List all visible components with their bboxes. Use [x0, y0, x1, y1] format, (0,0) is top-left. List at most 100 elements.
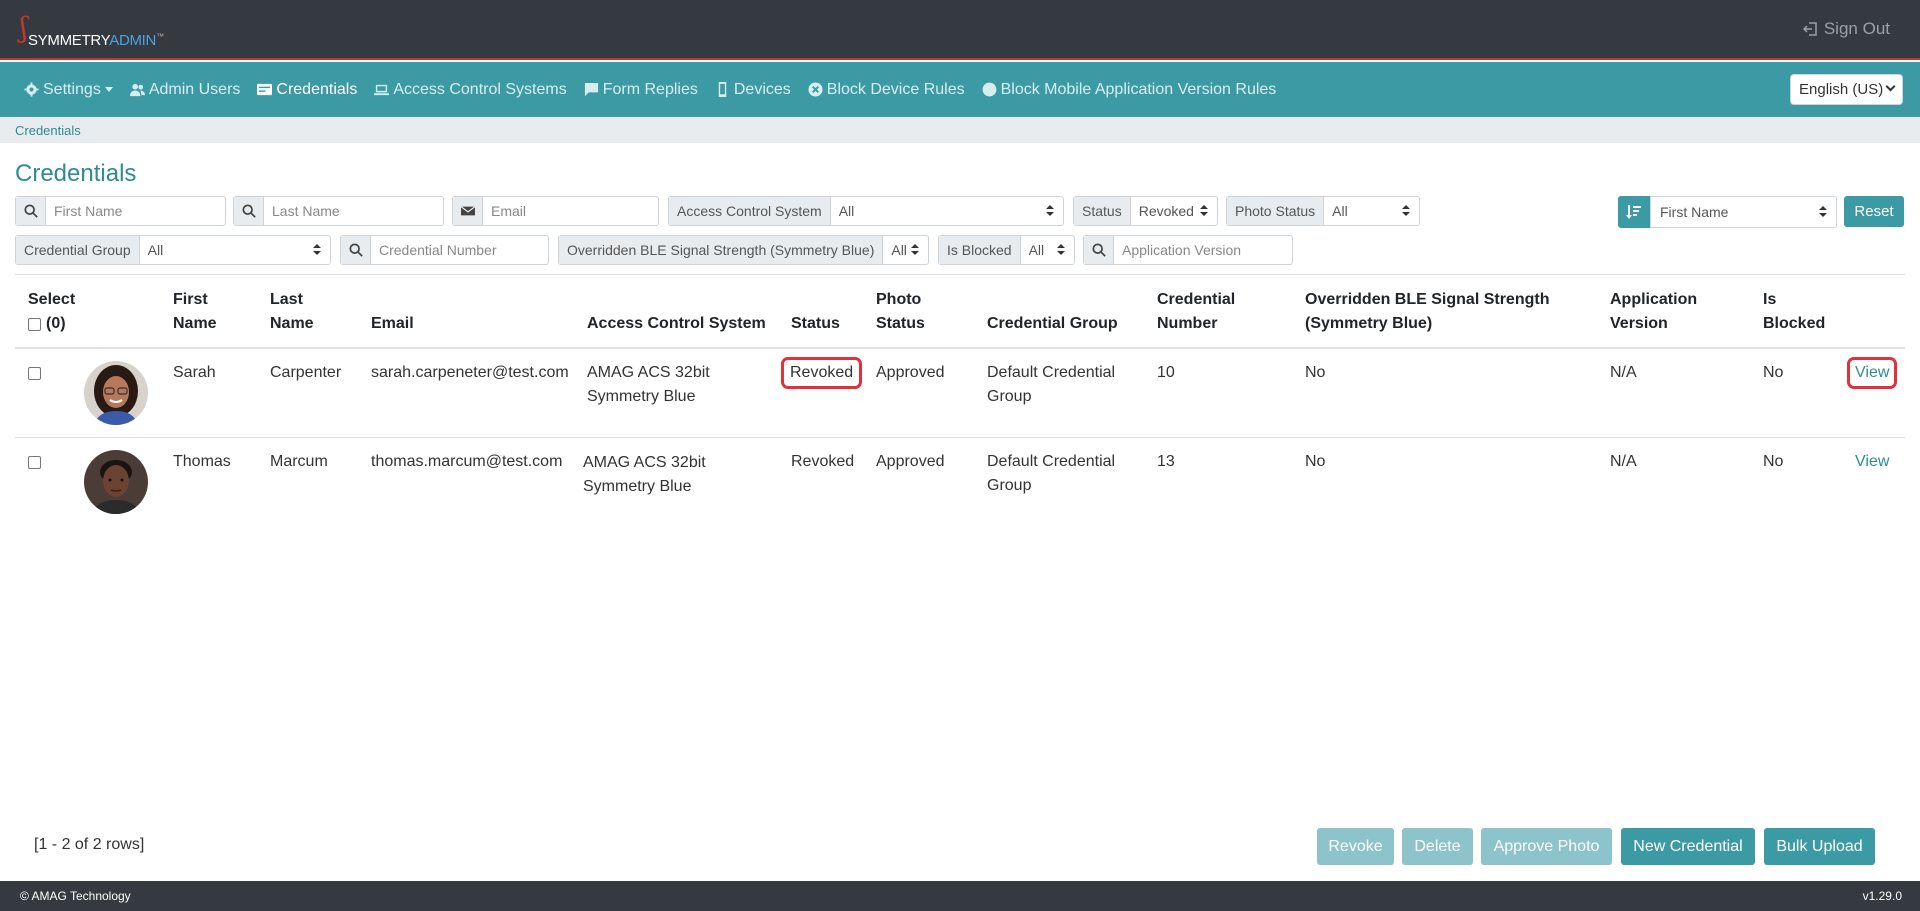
col-ble-signal[interactable]: Overridden BLE Signal Strength (Symmetry …: [1305, 288, 1549, 336]
brand-part-1: SYMMETRY: [28, 32, 110, 49]
select-arrows-icon: [1819, 206, 1827, 218]
cell-first-name: Sarah: [173, 364, 216, 381]
nav-settings[interactable]: Settings: [24, 81, 113, 99]
nav-form-replies[interactable]: Form Replies: [584, 81, 698, 99]
revoke-button[interactable]: Revoke: [1317, 828, 1394, 865]
col-last-name[interactable]: Last Name: [270, 288, 314, 336]
comment-icon: [584, 82, 598, 97]
search-icon: [341, 236, 371, 264]
sort-direction-button[interactable]: [1618, 196, 1650, 228]
row-divider: [15, 437, 1905, 438]
is-blocked-filter-label: Is Blocked: [939, 236, 1021, 264]
cell-last-name: Carpenter: [270, 364, 342, 381]
nav-settings-label: Settings: [43, 80, 101, 98]
nav-block-mobile-label: Block Mobile Application Version Rules: [1000, 80, 1277, 98]
cell-first-name: Thomas: [173, 453, 231, 470]
nav-acs-label: Access Control Systems: [393, 80, 567, 98]
sign-out-icon: [1802, 22, 1817, 36]
is-blocked-select-value: All: [1028, 242, 1045, 258]
bulk-upload-button[interactable]: Bulk Upload: [1764, 828, 1875, 865]
top-bar: ʃ SYMMETRYADMIN™ Sign Out: [0, 0, 1920, 60]
cell-acs: AMAG ACS 32bit Symmetry Blue: [583, 454, 706, 495]
app-version-filter: [1083, 235, 1293, 265]
select-arrows-icon: [1046, 205, 1054, 217]
nav-credentials[interactable]: Credentials: [257, 81, 357, 99]
cell-app-version: N/A: [1610, 364, 1637, 381]
rows-info: [1 - 2 of 2 rows]: [34, 836, 145, 853]
id-card-icon: [257, 83, 273, 96]
email-filter: [452, 196, 659, 226]
last-name-filter: [233, 196, 444, 226]
app-version-input[interactable]: [1114, 236, 1292, 264]
select-count: (0): [46, 315, 66, 332]
col-select: Select (0): [28, 288, 75, 336]
photo-status-select[interactable]: All: [1324, 197, 1419, 225]
col-access-control-system[interactable]: Access Control System: [587, 312, 766, 336]
breadcrumb-credentials[interactable]: Credentials: [15, 123, 81, 138]
cell-photo-status: Approved: [876, 364, 945, 381]
cell-photo-status: Approved: [876, 453, 945, 470]
email-input[interactable]: [483, 197, 658, 225]
is-blocked-select[interactable]: All: [1021, 236, 1074, 264]
nav-block-device-rules-label: Block Device Rules: [826, 80, 965, 98]
nav-access-control-systems[interactable]: Access Control Systems: [374, 80, 567, 99]
nav-block-device-rules[interactable]: Block Device Rules: [808, 81, 965, 99]
nav-devices[interactable]: Devices: [715, 81, 791, 99]
col-status[interactable]: Status: [791, 312, 840, 336]
cell-status: Revoked: [791, 453, 855, 470]
search-icon: [234, 197, 264, 225]
cell-email: thomas.marcum@test.com: [371, 453, 563, 470]
row-checkbox[interactable]: [28, 456, 41, 469]
col-credential-number[interactable]: Credential Number: [1157, 288, 1235, 336]
acs-select[interactable]: All: [831, 197, 1063, 225]
approve-photo-button[interactable]: Approve Photo: [1481, 828, 1612, 865]
acs-select-value: All: [838, 203, 855, 219]
col-credential-group[interactable]: Credential Group: [987, 312, 1118, 336]
nav-block-mobile-app-version-rules[interactable]: Block Mobile Application Version Rules: [982, 80, 1277, 99]
status-select[interactable]: Revoked: [1131, 197, 1217, 225]
view-link[interactable]: View: [1846, 357, 1898, 389]
users-icon: [129, 83, 145, 97]
header-divider: [15, 347, 1905, 349]
delete-button[interactable]: Delete: [1402, 828, 1473, 865]
col-photo-status[interactable]: Photo Status: [876, 288, 925, 336]
search-icon: [1084, 236, 1114, 264]
select-arrows-icon: [1057, 244, 1065, 256]
sign-out-button[interactable]: Sign Out: [1802, 19, 1890, 39]
select-arrows-icon: [313, 244, 321, 256]
language-select[interactable]: English (US): [1790, 74, 1903, 105]
status-filter-label: Status: [1074, 197, 1131, 225]
nav-admin-users[interactable]: Admin Users: [129, 81, 240, 99]
select-all-checkbox[interactable]: [28, 317, 41, 331]
ble-select[interactable]: All: [883, 236, 928, 264]
credential-group-select[interactable]: All: [140, 236, 330, 264]
row-checkbox[interactable]: [28, 367, 41, 380]
reset-button[interactable]: Reset: [1844, 196, 1904, 227]
nav-form-replies-label: Form Replies: [602, 80, 698, 98]
search-icon: [16, 197, 46, 225]
new-credential-button[interactable]: New Credential: [1621, 828, 1755, 865]
cell-is-blocked: No: [1763, 453, 1784, 470]
cell-credential-number: 10: [1157, 364, 1175, 381]
sign-out-label: Sign Out: [1823, 19, 1890, 38]
col-email[interactable]: Email: [371, 312, 414, 336]
envelope-icon: [453, 197, 483, 225]
last-name-input[interactable]: [264, 197, 443, 225]
credential-number-filter: [340, 235, 549, 265]
sort-field-select[interactable]: First Name: [1650, 196, 1837, 228]
footer-version: v1.29.0: [1862, 889, 1902, 903]
footer-copyright: © AMAG Technology: [20, 889, 131, 903]
cell-credential-group: Default Credential Group: [987, 364, 1116, 405]
times-circle-icon: [808, 82, 823, 97]
photo-status-filter-label: Photo Status: [1227, 197, 1325, 225]
ble-filter-label: Overridden BLE Signal Strength (Symmetry…: [559, 236, 884, 264]
col-first-name[interactable]: First Name: [173, 288, 217, 336]
footer: © AMAG Technology v1.29.0: [0, 881, 1920, 911]
first-name-input[interactable]: [46, 197, 225, 225]
col-is-blocked[interactable]: Is Blocked: [1763, 288, 1825, 336]
col-application-version[interactable]: Application Version: [1610, 288, 1697, 336]
credential-group-filter: Credential Group All: [15, 235, 331, 265]
credential-number-input[interactable]: [371, 236, 548, 264]
divider: [15, 274, 1905, 275]
view-link[interactable]: View: [1855, 450, 1889, 474]
